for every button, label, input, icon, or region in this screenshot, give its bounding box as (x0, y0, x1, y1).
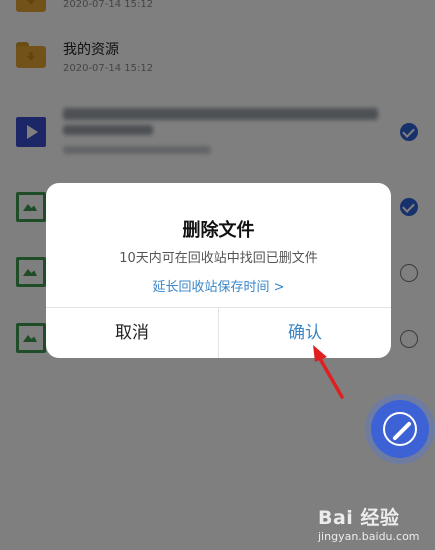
compass-icon (383, 412, 417, 446)
delete-dialog: 删除文件 10天内可在回收站中找回已删文件 延长回收站保存时间 > 取消 确认 (46, 183, 391, 358)
cancel-button[interactable]: 取消 (46, 308, 218, 358)
dialog-title: 删除文件 (182, 220, 255, 241)
baidu-watermark: Bai 经验 jingyan.baidu.com (318, 503, 433, 548)
watermark-brand: Bai 经验 (318, 507, 400, 529)
dialog-message: 10天内可在回收站中找回已删文件 (119, 251, 318, 266)
watermark-url: jingyan.baidu.com (318, 530, 420, 543)
compass-fab-button[interactable] (371, 400, 429, 458)
extend-retention-link[interactable]: 延长回收站保存时间 > (46, 276, 391, 295)
red-pointer-arrow-icon (313, 345, 344, 399)
